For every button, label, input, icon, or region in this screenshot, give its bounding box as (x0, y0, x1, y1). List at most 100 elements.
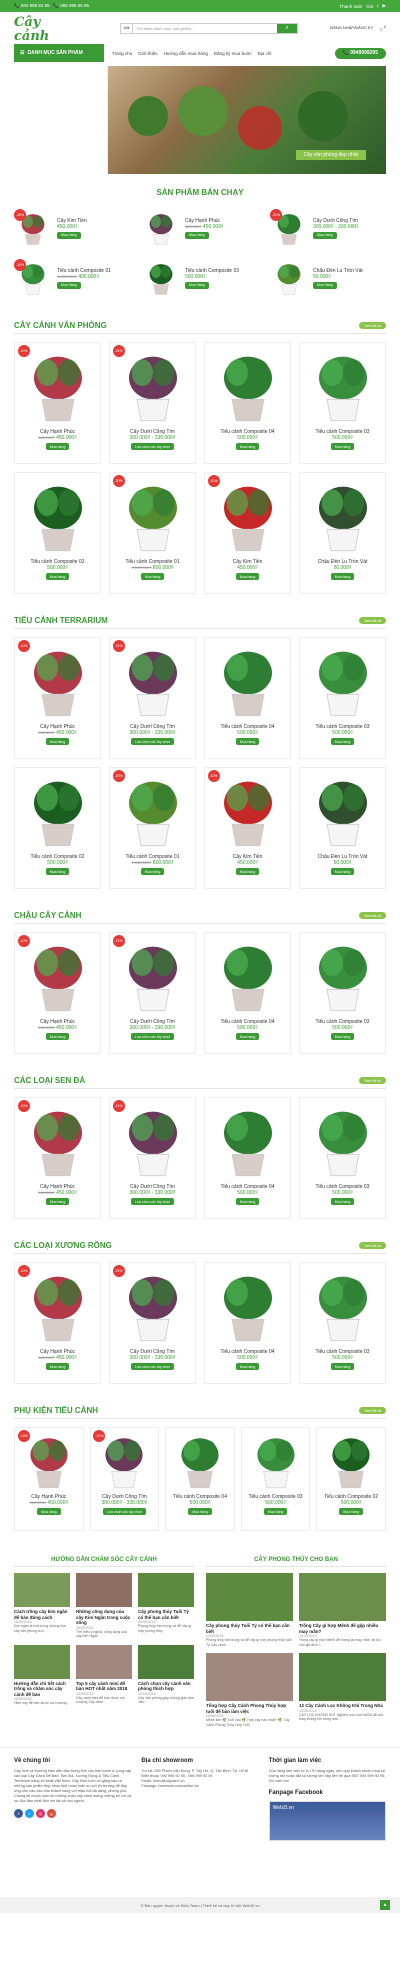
product-card[interactable]: Tiểu cảnh Composite 03 500.000₫ Mua hàng (240, 1427, 311, 1531)
product-image[interactable]: -10% (17, 345, 98, 427)
buy-button[interactable]: Mua hàng (45, 443, 70, 450)
buy-button[interactable]: Mua hàng (45, 573, 70, 580)
buy-button[interactable]: Mua hàng (330, 738, 355, 745)
product-image[interactable]: -21% (112, 935, 193, 1017)
news-item[interactable]: Cây phong thủy Tuổi Tý có thể bạn cần bi… (138, 1573, 194, 1639)
product-image[interactable] (303, 345, 383, 427)
product-card[interactable]: Tiểu cảnh Composite 03 500.000₫ Mua hàng (299, 637, 386, 759)
product-image[interactable]: -10% (17, 640, 98, 722)
product-card[interactable]: -10% Cây Kim Tiền 450.000₫ Mua hàng (204, 472, 291, 594)
product-card[interactable]: Chậu Đèn Lu Tròn Vát 50.000₫ Mua hàng (299, 767, 386, 889)
news-image[interactable] (76, 1644, 132, 1679)
product-image[interactable] (208, 640, 288, 722)
product-image[interactable]: -21% (112, 640, 193, 722)
news-image[interactable] (299, 1653, 386, 1701)
bestseller-item[interactable]: -10% Tiểu cảnh Composite 01 1.000.000₫ 400… (14, 257, 130, 299)
buy-button[interactable]: Mua hàng (45, 868, 70, 875)
news-image[interactable] (138, 1573, 194, 1607)
product-card[interactable]: -10% Cây Hạnh Phúc 560.000₫ 450.000₫ Mua hà… (14, 1427, 84, 1531)
facebook-icon[interactable]: f (377, 4, 378, 9)
bestseller-item[interactable]: -10% Cây Kim Tiền 450.000₫ Mua hàng (14, 207, 130, 249)
news-title[interactable]: Những công dụng của cây Kim Ngân trong c… (76, 1609, 132, 1626)
news-title[interactable]: Hướng dẫn chi tiết cách trồng và chăm só… (14, 1681, 70, 1698)
product-card[interactable]: Chậu Đèn Lu Tròn Vát 50.000₫ Mua hàng (299, 472, 386, 594)
google-plus-icon[interactable]: g (47, 1809, 56, 1818)
product-image[interactable]: -21% (112, 345, 193, 427)
buy-button[interactable]: Mua hàng (313, 281, 337, 289)
search-category-select[interactable]: All ▾ (121, 23, 133, 33)
product-card[interactable]: -21% Cây Dưới Công Tím 300.000₫ - 330.000₫… (109, 932, 196, 1054)
buy-button[interactable]: Mua hàng (235, 868, 260, 875)
news-title[interactable]: Cách trồng cây kim ngân để bàn đúng cách (14, 1609, 70, 1620)
view-all-button[interactable]: Xem tất cả (359, 1077, 386, 1084)
news-image[interactable] (76, 1573, 132, 1607)
product-card[interactable]: -21% Cây Dưới Công Tím 300.000₫ - 330.000₫… (109, 1097, 196, 1219)
product-image[interactable]: -10% (17, 1265, 98, 1347)
login-link[interactable]: ĐĂNG NHẬP/ĐĂNG KÝ (330, 25, 373, 30)
product-card[interactable]: -10% Cây Hạnh Phúc 560.000₫ 450.000₫ Mua hà… (14, 637, 101, 759)
product-image[interactable]: -10% (17, 1100, 98, 1182)
buy-button[interactable]: Lựa chọn các tùy chọn (130, 1363, 175, 1370)
product-image[interactable] (208, 1265, 288, 1347)
facebook-widget[interactable]: WebZt.vn (268, 1801, 386, 1841)
buy-button[interactable]: Mua hàng (140, 868, 165, 875)
bestseller-item[interactable]: Tiểu cảnh Composite 03 500.000₫ Mua hàng (142, 257, 258, 299)
product-card[interactable]: Tiểu cảnh Composite 02 500.000₫ Mua hàng (14, 767, 101, 889)
buy-button[interactable]: Mua hàng (37, 1508, 61, 1515)
product-image[interactable] (303, 770, 383, 852)
news-item[interactable]: Những công dụng của cây Kim Ngân trong c… (76, 1573, 132, 1639)
product-card[interactable]: Tiểu cảnh Composite 03 500.000₫ Mua hàng (299, 932, 386, 1054)
product-card[interactable]: -21% Cây Dưới Công Tím 300.000₫ - 330.000₫… (89, 1427, 160, 1531)
search-input[interactable]: Tìm kiếm danh mục, sản phẩm... (133, 26, 277, 31)
product-image[interactable]: -10% (14, 259, 52, 297)
product-card[interactable]: Tiểu cảnh Composite 03 500.000₫ Mua hàng (299, 1097, 386, 1219)
nav-address[interactable]: Địa chỉ (258, 51, 272, 56)
news-item[interactable]: Cách chọn cây cảnh văn phòng thích hợp 10… (138, 1644, 194, 1706)
product-image[interactable] (18, 475, 98, 557)
product-image[interactable] (18, 770, 98, 852)
product-card[interactable]: -10% Cây Hạnh Phúc 560.000₫ 450.000₫ Mua hà… (14, 1097, 101, 1219)
buy-button[interactable]: Lựa chọn các tùy chọn (102, 1508, 147, 1515)
buy-button[interactable]: Mua hàng (185, 281, 209, 289)
product-image[interactable] (208, 345, 288, 427)
nav-guide[interactable]: Hướng dẫn mua hàng (164, 51, 208, 56)
news-image[interactable] (14, 1644, 70, 1679)
product-card[interactable]: -21% Cây Dưới Công Tím 300.000₫ - 330.000₫… (109, 637, 196, 759)
buy-button[interactable]: Mua hàng (188, 1508, 212, 1515)
instagram-icon[interactable]: ◎ (36, 1809, 45, 1818)
news-image[interactable] (299, 1573, 386, 1621)
nav-wholesale[interactable]: Đăng ký mua buôn (214, 51, 252, 56)
buy-button[interactable]: Mua hàng (235, 573, 260, 580)
product-image[interactable] (303, 1265, 383, 1347)
news-item[interactable]: 12 Cây Cảnh Lọc Không Khí Trong Nhà 25/08… (299, 1653, 386, 1727)
news-title[interactable]: Cây phong thủy Tuổi Tý có thể bạn cần bi… (138, 1609, 194, 1620)
back-to-top-button[interactable]: ▲ (380, 1900, 390, 1910)
buy-button[interactable]: Mua hàng (235, 1363, 260, 1370)
buy-button[interactable]: Mua hàng (235, 443, 260, 450)
buy-button[interactable]: Mua hàng (235, 1198, 260, 1205)
news-item[interactable]: Cây phong thủy Tuổi Tý có thể bạn cần bi… (206, 1573, 293, 1647)
view-all-button[interactable]: Xem tất cả (359, 617, 386, 624)
buy-button[interactable]: Mua hàng (330, 1198, 355, 1205)
product-image[interactable] (142, 259, 180, 297)
product-image[interactable] (303, 935, 383, 1017)
view-all-button[interactable]: Xem tất cả (359, 322, 386, 329)
product-card[interactable]: Tiểu cảnh Composite 04 500.000₫ Mua hàng (204, 1097, 291, 1219)
buy-button[interactable]: Mua hàng (330, 573, 355, 580)
product-card[interactable]: -20% Tiểu cảnh Composite 01 1.000.000₫ 800… (109, 472, 196, 594)
footer-fanpage[interactable]: Fanpage: facebook.com/webtz.vn/ (141, 1784, 258, 1789)
news-title[interactable]: Top 5 cây cảnh mini để bàn HOT nhất năm … (76, 1681, 132, 1692)
news-title[interactable]: Tổng hợp Cây Cảnh Phong Thủy hợp tuổi để… (206, 1703, 293, 1714)
nav-home[interactable]: Trang chủ (112, 51, 132, 56)
product-image[interactable] (208, 1100, 288, 1182)
news-title[interactable]: Cây phong thủy Tuổi Tý có thể bạn cần bi… (206, 1623, 293, 1634)
buy-button[interactable]: Mua hàng (330, 1033, 355, 1040)
product-image[interactable]: -10% (17, 935, 98, 1017)
product-image[interactable] (303, 475, 383, 557)
product-image[interactable] (303, 1100, 383, 1182)
twitter-icon[interactable]: t (25, 1809, 34, 1818)
product-image[interactable]: -20% (112, 770, 193, 852)
product-image[interactable] (270, 259, 308, 297)
news-item[interactable]: Cách trồng cây kim ngân để bàn đúng cách… (14, 1573, 70, 1639)
product-card[interactable]: -10% Cây Kim Tiền 450.000₫ Mua hàng (204, 767, 291, 889)
